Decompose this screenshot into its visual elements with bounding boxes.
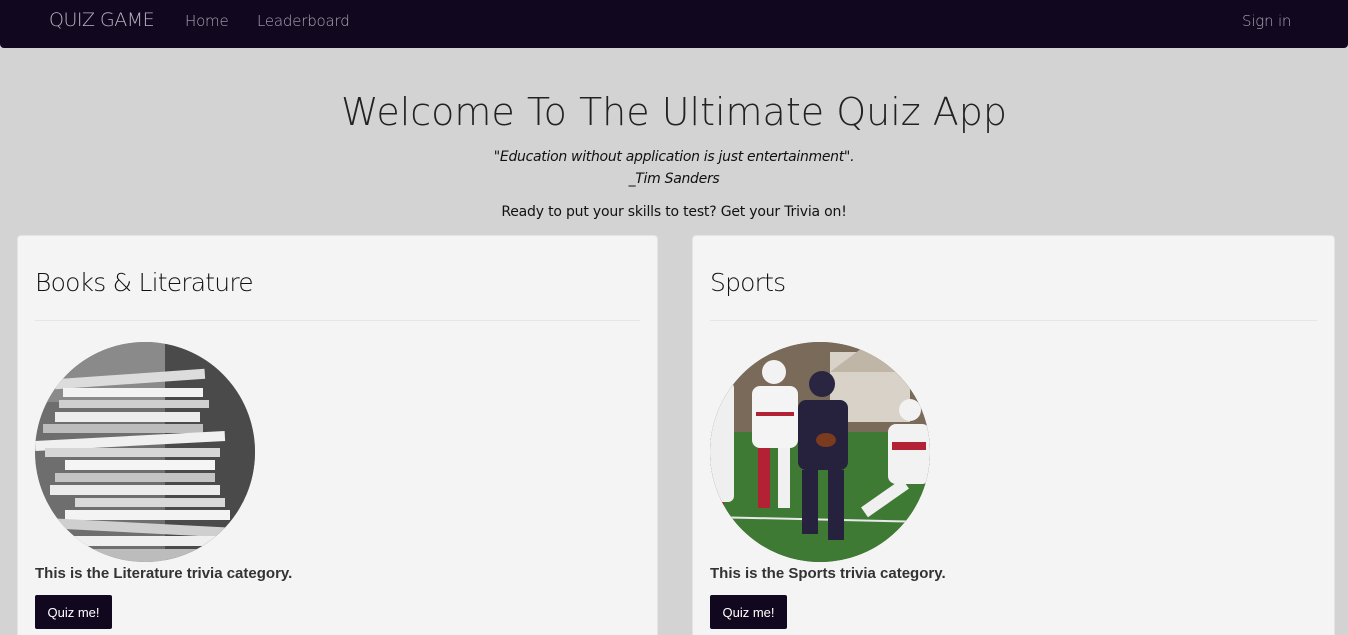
quiz-me-button-literature[interactable]: Quiz me!: [35, 595, 112, 629]
nav-home-link[interactable]: Home: [185, 12, 229, 30]
hero-tagline: Ready to put your skills to test? Get yo…: [501, 204, 847, 220]
category-card-sports: Sports This is the Sports trivia categor…: [692, 235, 1335, 635]
card-divider: [710, 320, 1317, 321]
football-image: [710, 342, 930, 562]
quote-author: _Tim Sanders: [628, 171, 720, 187]
card-divider: [35, 320, 640, 321]
card-description: This is the Literature trivia category.: [35, 565, 293, 582]
card-description: This is the Sports trivia category.: [710, 565, 946, 582]
card-title: Books & Literature: [35, 268, 254, 297]
nav-signin-link[interactable]: Sign in: [1242, 12, 1291, 30]
page-title: Welcome To The Ultimate Quiz App: [340, 90, 1008, 134]
top-navbar: QUIZ GAME Home Leaderboard Sign in: [0, 0, 1348, 48]
books-image: [35, 342, 255, 562]
quiz-me-button-sports[interactable]: Quiz me!: [710, 595, 787, 629]
brand-logo[interactable]: QUIZ GAME: [49, 9, 155, 31]
category-card-literature: Books & Literature This is the Literatur…: [17, 235, 658, 635]
hero-quote: "Education without application is just e…: [493, 149, 855, 165]
nav-leaderboard-link[interactable]: Leaderboard: [257, 12, 350, 30]
card-title: Sports: [710, 268, 786, 297]
